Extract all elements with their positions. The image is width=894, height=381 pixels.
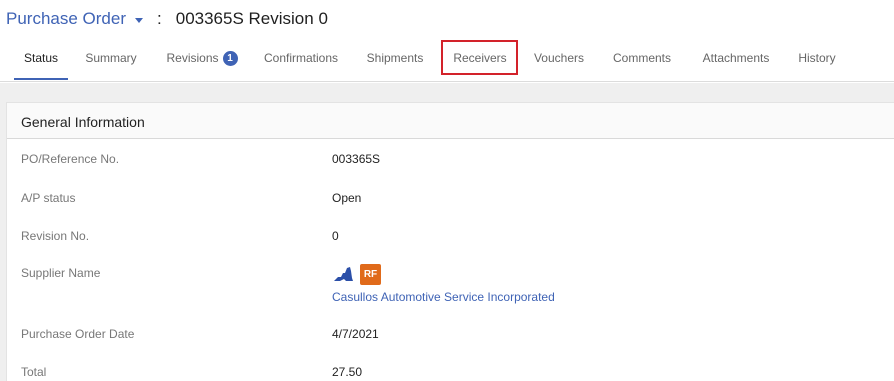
tab-history[interactable]: History (792, 40, 842, 80)
tab-label: Confirmations (263, 51, 339, 65)
tab-revisions[interactable]: Revisions 1 (160, 40, 244, 80)
tab-summary[interactable]: Summary (82, 40, 140, 80)
tab-receivers[interactable]: Receivers (444, 40, 516, 80)
chevron-down-icon (135, 17, 143, 23)
general-information-panel: General Information PO/Reference No. 003… (6, 102, 894, 381)
document-type-dropdown[interactable]: Purchase Order (6, 9, 143, 29)
field-label: Revision No. (21, 229, 90, 243)
tab-label: Comments (612, 51, 671, 65)
rf-badge-icon: RF (360, 263, 381, 285)
tab-label: Status (23, 51, 59, 65)
supplier-value: RF Casullos Automotive Service Incorpora… (332, 263, 555, 304)
supplier-icons: RF (332, 263, 555, 285)
tab-label: Receivers (453, 51, 507, 65)
tab-bar: Status Summary Revisions 1 Confirmations … (0, 40, 894, 82)
tab-confirmations[interactable]: Confirmations (258, 40, 344, 80)
new-york-state-icon (334, 267, 353, 281)
supplier-name-link[interactable]: Casullos Automotive Service Incorporated (332, 290, 555, 304)
field-label: Purchase Order Date (21, 327, 135, 341)
tab-status[interactable]: Status (14, 40, 68, 80)
tab-label: Shipments (366, 51, 424, 65)
tab-label: Vouchers (533, 51, 585, 65)
page-header: Purchase Order : 003365S Revision 0 (0, 0, 894, 38)
tab-label: History (798, 51, 836, 65)
field-label: Total (21, 365, 47, 379)
panel-title: General Information (7, 103, 894, 139)
field-label: PO/Reference No. (21, 152, 120, 166)
field-value: 4/7/2021 (332, 327, 379, 341)
field-value: 27.50 (332, 365, 363, 379)
tab-vouchers[interactable]: Vouchers (528, 40, 590, 80)
document-type-label: Purchase Order (6, 9, 126, 28)
tab-label: Revisions (166, 51, 219, 65)
field-label: Supplier Name (21, 266, 101, 280)
active-tab-indicator (14, 78, 68, 80)
tab-label: Attachments (702, 51, 770, 65)
field-label: A/P status (21, 191, 76, 205)
page-title: 003365S Revision 0 (175, 9, 328, 28)
field-value: 0 (332, 229, 339, 243)
revisions-count-badge: 1 (222, 51, 238, 66)
tab-attachments[interactable]: Attachments (696, 40, 776, 80)
tab-label: Summary (85, 51, 137, 65)
title-separator: : (157, 9, 162, 28)
tab-comments[interactable]: Comments (608, 40, 676, 80)
tab-shipments[interactable]: Shipments (362, 40, 428, 80)
field-value: 003365S (332, 152, 381, 166)
field-value: Open (332, 191, 362, 205)
